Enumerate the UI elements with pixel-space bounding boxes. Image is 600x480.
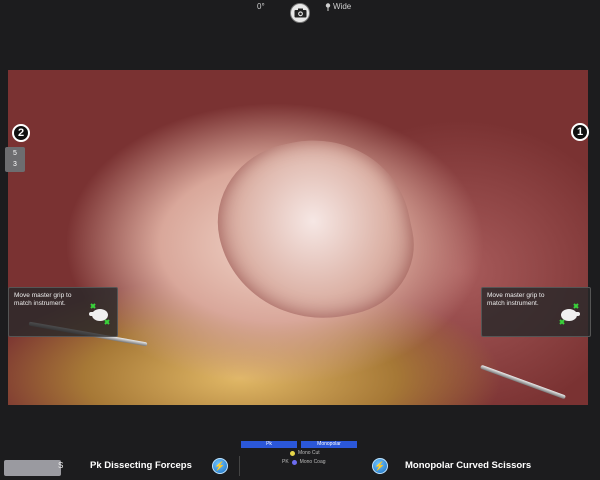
scope-angle-label: 0° [257, 2, 265, 11]
mono-coag-prefix: PK [282, 459, 289, 465]
pin-icon [325, 2, 331, 11]
wide-label: Wide [333, 2, 352, 11]
right-grip-prompt: Move master grip to match instrument. [481, 287, 591, 337]
hand-grip-icon [559, 303, 580, 325]
camera-button[interactable] [290, 3, 310, 23]
aux-badge-top: 5 [13, 150, 17, 157]
mono-cut-row: Mono Cut [290, 450, 320, 456]
corner-status-box [4, 460, 61, 476]
arm-1-indicator: 1 [571, 123, 589, 141]
mono-coag-label: Mono Coag [299, 459, 326, 465]
camera-icon [294, 8, 307, 18]
hand-grip-icon [89, 303, 110, 325]
right-grip-text: Move master grip to match instrument. [487, 292, 545, 307]
tissue-mass [203, 122, 427, 338]
wide-view-toggle[interactable]: Wide [325, 2, 351, 11]
arm-2-indicator: 2 [12, 124, 30, 142]
auxiliary-arm-badge: 5 3 [5, 147, 25, 172]
corner-label: S [58, 461, 64, 470]
tab-pk[interactable]: Pk [241, 441, 297, 448]
mono-coag-indicator [291, 459, 297, 465]
left-instrument-name: Pk Dissecting Forceps [90, 460, 192, 471]
mono-cut-label: Mono Cut [298, 450, 320, 456]
right-instrument-name: Monopolar Curved Scissors [405, 460, 532, 471]
energy-bolt-icon[interactable]: ⚡ [212, 458, 228, 474]
energy-bolt-icon[interactable]: ⚡ [372, 458, 388, 474]
bar-divider [239, 456, 240, 476]
right-instrument-shaft [480, 364, 566, 400]
aux-badge-bottom: 3 [13, 161, 17, 168]
endoscope-video-feed [8, 70, 588, 405]
left-grip-prompt: Move master grip to match instrument. [8, 287, 118, 337]
top-status-bar: 0° Wide [0, 0, 600, 70]
tab-monopolar[interactable]: Monopolar [301, 441, 357, 448]
mono-cut-indicator [290, 450, 295, 456]
left-grip-text: Move master grip to match instrument. [14, 292, 72, 307]
mono-coag-row: PK Mono Coag [282, 459, 326, 465]
